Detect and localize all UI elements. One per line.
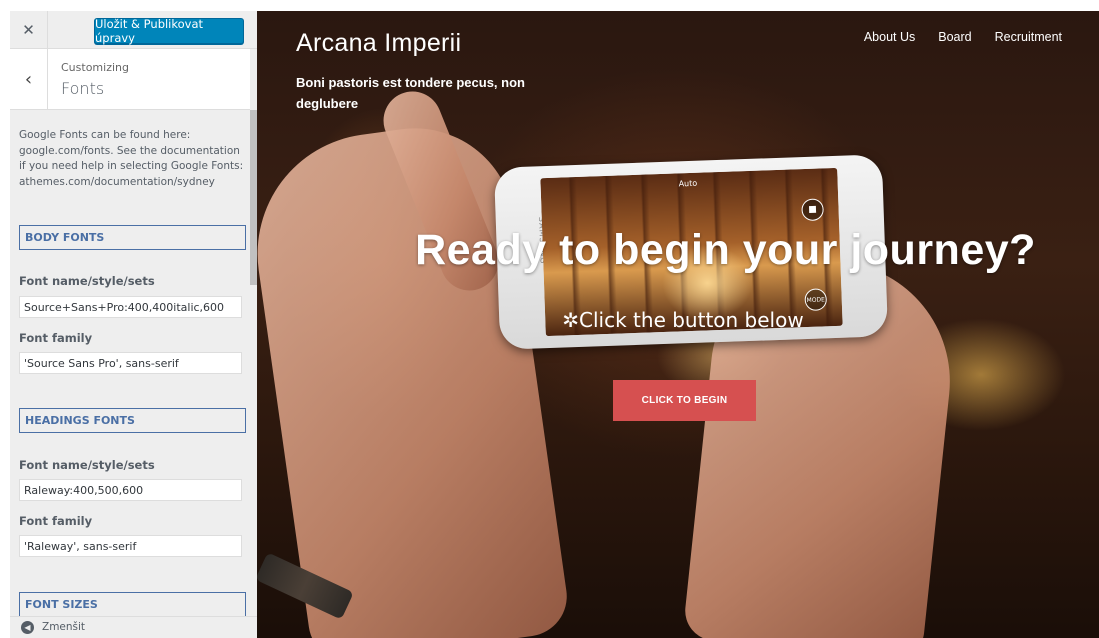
fonts-description: Google Fonts can be found here: google.c… [19, 129, 244, 188]
body-font-family-input[interactable]: 'Source Sans Pro', sans-serif [19, 352, 242, 374]
hero-title: Ready to begin your journey? [415, 226, 1036, 274]
close-icon: ✕ [22, 21, 35, 39]
close-button[interactable]: ✕ [10, 11, 48, 49]
sidebar-scrollbar[interactable] [250, 110, 257, 285]
main-nav: About Us Board Recruitment [864, 30, 1062, 44]
publish-button[interactable]: Uložit & Publikovat úpravy [94, 17, 244, 45]
site-title[interactable]: Arcana Imperii [296, 29, 461, 58]
body-fonts-heading[interactable]: BODY FONTS [19, 225, 246, 250]
hero-subtitle: ✲Click the button below [562, 308, 804, 332]
headings-font-family-input[interactable]: 'Raleway', sans-serif [19, 535, 242, 557]
body-font-family-label: Font family [19, 331, 93, 345]
site-preview: SAMSUNG Auto ■ MODE Arcana Imperii Boni … [257, 11, 1099, 638]
customizer-topbar: ✕ Uložit & Publikovat úpravy [10, 11, 257, 49]
back-button[interactable]: ‹ [10, 49, 48, 109]
site-tagline: Boni pastoris est tondere pecus, non deg… [296, 75, 525, 111]
customizer-sidebar: ✕ Uložit & Publikovat úpravy ‹ Customizi… [10, 11, 257, 638]
customizer-footer: ◀ Zmenšit [10, 616, 257, 638]
section-header: ‹ Customizing Fonts [10, 49, 250, 110]
headings-font-family-label: Font family [19, 514, 93, 528]
chevron-left-icon: ‹ [24, 68, 33, 90]
nav-item-recruitment[interactable]: Recruitment [995, 30, 1062, 44]
collapse-icon[interactable]: ◀ [21, 621, 34, 634]
phone-auto-label: Auto [678, 178, 698, 189]
breadcrumb: Customizing [61, 61, 129, 74]
font-sizes-heading[interactable]: FONT SIZES [19, 592, 246, 617]
collapse-label[interactable]: Zmenšit [42, 621, 85, 633]
headings-fonts-heading[interactable]: HEADINGS FONTS [19, 408, 246, 433]
video-camera-icon: ■ [801, 198, 824, 222]
section-title: Fonts [61, 79, 105, 98]
nav-item-about-us[interactable]: About Us [864, 30, 915, 44]
body-font-name-input[interactable]: Source+Sans+Pro:400,400italic,600 [19, 296, 242, 318]
click-to-begin-button[interactable]: CLICK TO BEGIN [613, 380, 756, 421]
nav-item-board[interactable]: Board [938, 30, 971, 44]
headings-font-name-input[interactable]: Raleway:400,500,600 [19, 479, 242, 501]
headings-font-name-label: Font name/style/sets [19, 458, 155, 472]
body-font-name-label: Font name/style/sets [19, 274, 155, 288]
